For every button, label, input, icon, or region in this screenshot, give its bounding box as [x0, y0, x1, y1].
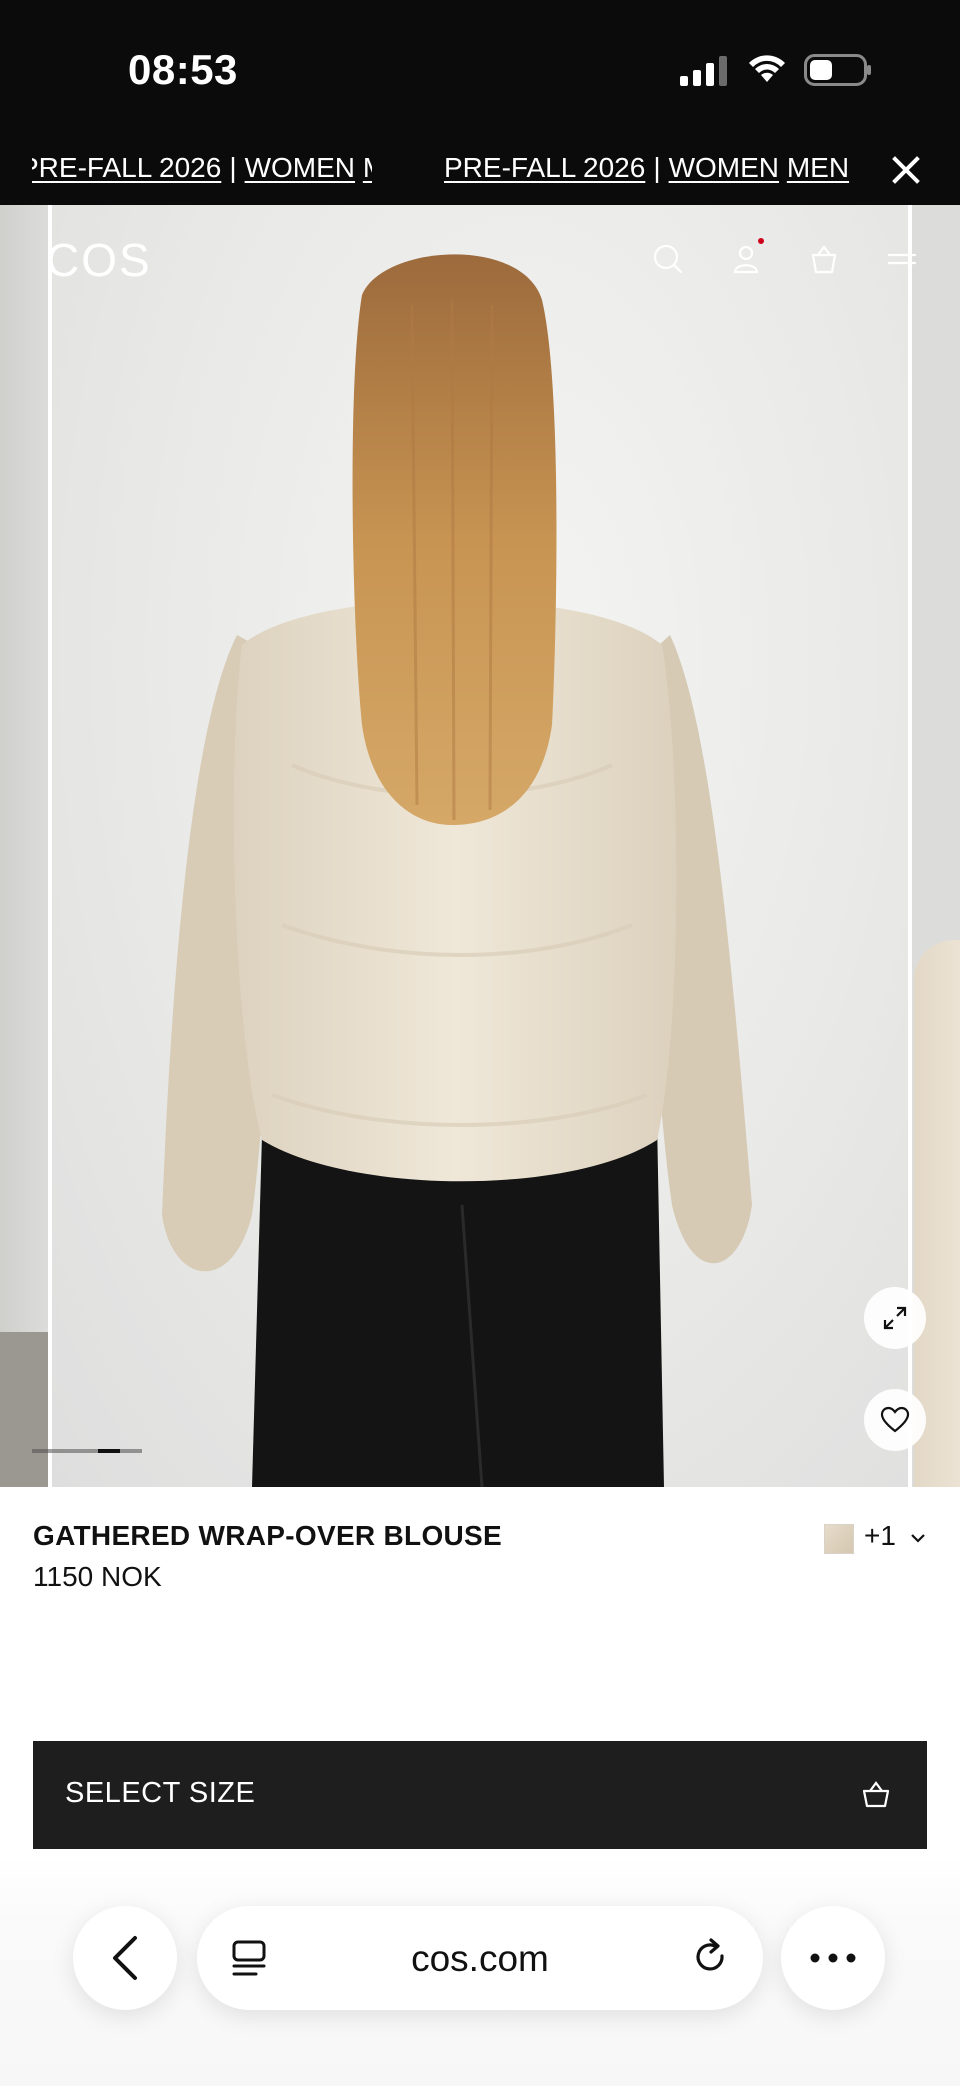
browser-back-button[interactable]	[73, 1906, 177, 2010]
select-size-label: SELECT SIZE	[65, 1777, 256, 1809]
cos-logo[interactable]: COS	[46, 233, 152, 287]
promo-banner: PRE-FALL 2026|WOMEN MEN PRE-FALL 2026|WO…	[0, 140, 960, 205]
more-colors-count[interactable]: +1	[864, 1520, 896, 1552]
reload-icon[interactable]	[689, 1936, 733, 1980]
wifi-icon	[749, 55, 785, 82]
promo-marquee-right: PRE-FALL 2026 | WOMEN MEN	[444, 152, 850, 183]
close-icon	[892, 156, 920, 184]
menu-icon[interactable]	[882, 239, 922, 279]
add-to-wishlist-button[interactable]	[864, 1389, 926, 1451]
cellular-signal-icon	[680, 56, 727, 86]
status-time: 08:53	[128, 46, 238, 93]
shopping-bag-icon[interactable]	[804, 239, 844, 279]
account-icon[interactable]	[726, 239, 766, 279]
more-options-icon	[810, 1953, 856, 1963]
chevron-down-icon[interactable]	[906, 1526, 930, 1550]
promo-season-link[interactable]: PRE-FALL 2026	[444, 152, 645, 183]
select-size-button[interactable]: SELECT SIZE	[33, 1741, 927, 1849]
slide-divider	[48, 205, 52, 1487]
promo-men-link[interactable]: MEN	[363, 152, 372, 183]
product-image-carousel[interactable]: COS	[0, 205, 960, 1487]
browser-url[interactable]: cos.com	[197, 1938, 763, 1980]
promo-women-link[interactable]: WOMEN	[669, 152, 779, 183]
next-slide-image	[912, 205, 960, 1487]
promo-season-link[interactable]: PRE-FALL 2026	[32, 152, 221, 183]
notification-dot	[758, 238, 764, 244]
shopping-basket-icon	[862, 1781, 890, 1808]
chevron-left-icon	[113, 1936, 137, 1980]
fullscreen-button[interactable]	[864, 1287, 926, 1349]
battery-icon	[804, 54, 871, 86]
close-banner-button[interactable]	[886, 150, 926, 190]
promo-women-link[interactable]: WOMEN	[245, 152, 355, 183]
carousel-indicator-active	[98, 1449, 120, 1453]
product-price: 1150 NOK	[33, 1561, 162, 1592]
heart-icon	[880, 1406, 910, 1433]
product-name: GATHERED WRAP-OVER BLOUSE	[33, 1520, 502, 1551]
previous-slide-image	[0, 205, 48, 1487]
color-swatch[interactable]	[824, 1524, 854, 1554]
browser-address-bar[interactable]: cos.com	[197, 1906, 763, 2010]
browser-more-button[interactable]	[781, 1906, 885, 2010]
promo-men-link[interactable]: MEN	[787, 152, 849, 183]
model-photo	[162, 254, 752, 1487]
search-icon[interactable]	[648, 239, 688, 279]
promo-marquee-left: PRE-FALL 2026|WOMEN MEN	[32, 152, 372, 184]
expand-icon	[883, 1306, 907, 1330]
status-bar: 08:53	[0, 0, 960, 140]
carousel-indicator	[32, 1449, 142, 1453]
